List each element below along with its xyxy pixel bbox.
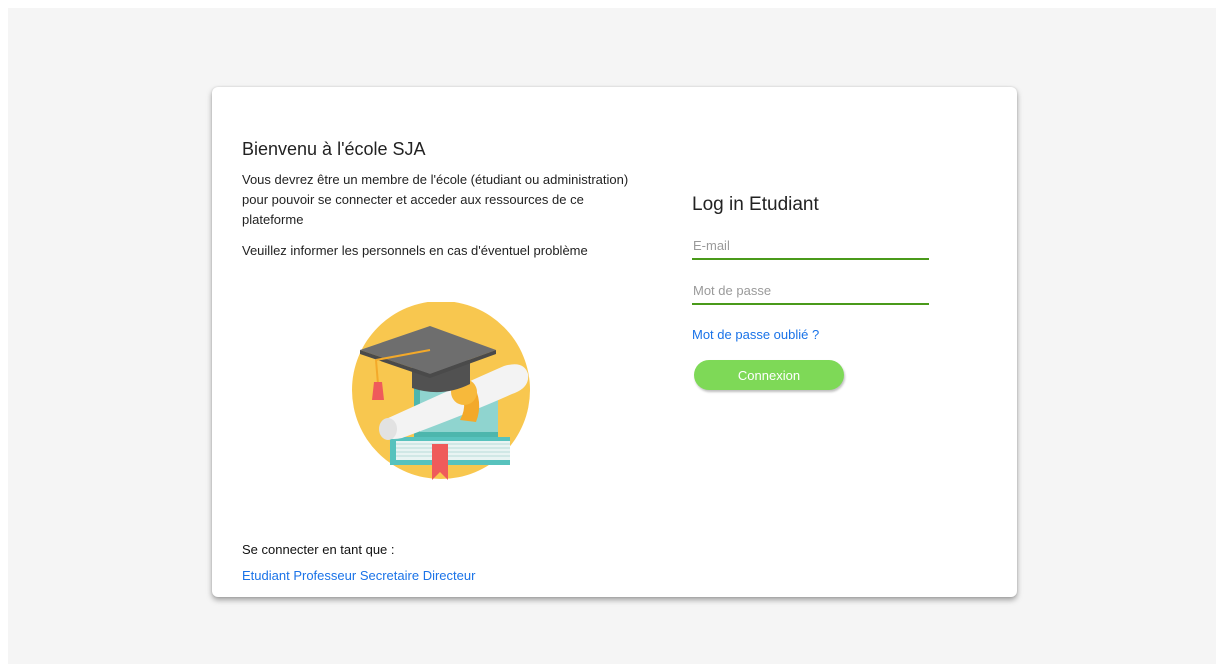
role-link-etudiant[interactable]: Etudiant: [242, 568, 290, 583]
intro-text: Vous devrez être un membre de l'école (é…: [242, 172, 629, 227]
role-link-directeur[interactable]: Directeur: [423, 568, 476, 583]
password-field[interactable]: [692, 278, 929, 305]
login-card: Bienvenu à l'école SJA Vous devrez être …: [212, 87, 1017, 597]
warning-text: Veuillez informer les personnels en cas …: [242, 243, 588, 258]
welcome-title: Bienvenu à l'école SJA: [242, 139, 426, 159]
login-title: Log in Etudiant: [692, 194, 819, 215]
graduation-books-icon: [352, 301, 542, 492]
email-field[interactable]: [692, 233, 929, 260]
role-link-secretaire[interactable]: Secretaire: [360, 568, 419, 583]
connexion-button[interactable]: Connexion: [694, 360, 844, 390]
role-links: Etudiant Professeur Secretaire Directeur: [242, 568, 475, 583]
welcome-panel: Bienvenu à l'école SJA Vous devrez être …: [242, 139, 632, 261]
forgot-password-link[interactable]: Mot de passe oublié ?: [692, 327, 932, 342]
login-form: Log in Etudiant Mot de passe oublié ? Co…: [692, 194, 932, 390]
roles-heading: Se connecter en tant que :: [242, 542, 395, 557]
role-link-professeur[interactable]: Professeur: [293, 568, 356, 583]
